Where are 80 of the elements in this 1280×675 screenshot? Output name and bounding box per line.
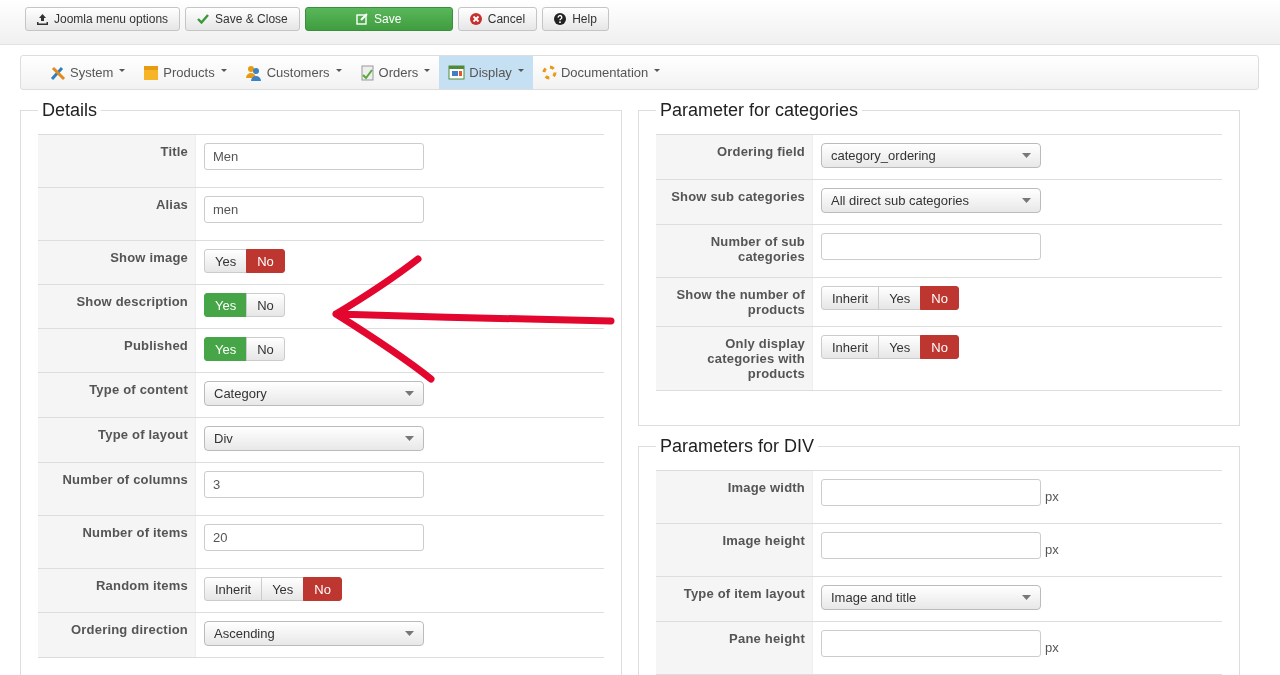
caret-icon xyxy=(1022,198,1031,203)
field-label: Show image xyxy=(110,250,188,265)
edit-icon xyxy=(356,13,369,25)
field-label: Pane height xyxy=(729,631,805,646)
toggle-option[interactable]: Inherit xyxy=(821,335,880,359)
dropdown[interactable]: All direct sub categories xyxy=(821,188,1041,213)
text-field[interactable] xyxy=(821,532,1041,559)
dropdown[interactable]: Ascending xyxy=(204,621,424,646)
field-label: Ordering direction xyxy=(71,622,188,637)
dropdown[interactable]: Image and title xyxy=(821,585,1041,610)
menu-item[interactable]: Products xyxy=(134,56,236,89)
caret-icon xyxy=(405,631,414,636)
field-label: Title xyxy=(160,144,188,159)
toolbar-button[interactable]: Cancel xyxy=(457,7,538,31)
caret-icon xyxy=(405,436,414,441)
field-label: Show description xyxy=(76,294,188,309)
text-field[interactable]: 3 xyxy=(204,471,424,498)
check-icon xyxy=(197,14,210,24)
toggle-option[interactable]: Inherit xyxy=(821,286,880,310)
field-label: Ordering field xyxy=(716,144,805,159)
text-field[interactable]: 20 xyxy=(204,524,424,551)
document-icon xyxy=(359,64,375,81)
menu-item[interactable]: Customers xyxy=(235,56,351,89)
text-field[interactable]: Men xyxy=(204,143,424,170)
tools-icon xyxy=(50,64,66,81)
field-label: Show the number of products xyxy=(676,287,805,317)
cancel-icon xyxy=(469,13,482,25)
unit-label: px xyxy=(1045,639,1059,655)
toggle-option[interactable]: Yes xyxy=(878,286,922,310)
unit-label: px xyxy=(1045,488,1059,504)
unit-label: px xyxy=(1045,541,1059,557)
field-label: Number of columns xyxy=(62,472,188,487)
toolbar-button[interactable]: Joomla menu options xyxy=(25,7,181,31)
toggle-option[interactable]: No xyxy=(920,335,959,359)
toggle-option[interactable]: No xyxy=(246,293,285,317)
field-label: Show sub categories xyxy=(671,189,805,204)
lifebuoy-icon xyxy=(541,65,557,80)
text-field[interactable] xyxy=(821,479,1041,506)
section-title: Parameter for categories xyxy=(659,100,860,121)
box-icon xyxy=(143,64,160,81)
field-label: Number of sub categories xyxy=(710,234,805,264)
toolbar-button[interactable]: Help xyxy=(542,7,609,31)
text-field[interactable] xyxy=(821,233,1041,260)
field-label: Alias xyxy=(155,197,188,212)
text-field[interactable] xyxy=(821,630,1041,657)
toggle-option[interactable]: Yes xyxy=(878,335,922,359)
upload-icon xyxy=(37,13,48,25)
toggle-option[interactable]: No xyxy=(920,286,959,310)
caret-icon xyxy=(1022,595,1031,600)
dropdown[interactable]: Div xyxy=(204,426,424,451)
text-field[interactable]: men xyxy=(204,196,424,223)
toggle-option[interactable]: No xyxy=(246,249,285,273)
section-title: Details xyxy=(41,100,99,121)
section-title: Parameters for DIV xyxy=(659,436,816,457)
toggle-option[interactable]: Yes xyxy=(261,577,305,601)
help-icon xyxy=(554,13,567,25)
toggle-option[interactable]: No xyxy=(246,337,285,361)
field-label: Published xyxy=(124,338,188,353)
menu-item[interactable]: Display xyxy=(439,56,533,89)
field-label: Image height xyxy=(722,533,805,548)
field-label: Type of layout xyxy=(98,427,188,442)
field-label: Image width xyxy=(727,480,805,495)
users-icon xyxy=(244,64,263,81)
caret-icon xyxy=(405,391,414,396)
menu-item[interactable]: Orders xyxy=(350,56,440,89)
field-label: Only display categories with products xyxy=(707,336,805,381)
toggle-option[interactable]: No xyxy=(303,577,342,601)
toolbar-button[interactable]: Save & Close xyxy=(185,7,300,31)
field-label: Type of item layout xyxy=(683,586,805,601)
field-label: Type of content xyxy=(89,382,188,397)
field-label: Number of items xyxy=(82,525,188,540)
menu-item[interactable]: Documentation xyxy=(532,56,670,89)
toggle-option[interactable]: Inherit xyxy=(204,577,263,601)
toggle-option[interactable]: Yes xyxy=(204,249,248,273)
field-label: Random items xyxy=(96,578,188,593)
window-icon xyxy=(448,65,466,80)
dropdown[interactable]: category_ordering xyxy=(821,143,1041,168)
caret-icon xyxy=(1022,153,1031,158)
menu-item[interactable]: System xyxy=(41,56,135,89)
dropdown[interactable]: Category xyxy=(204,381,424,406)
